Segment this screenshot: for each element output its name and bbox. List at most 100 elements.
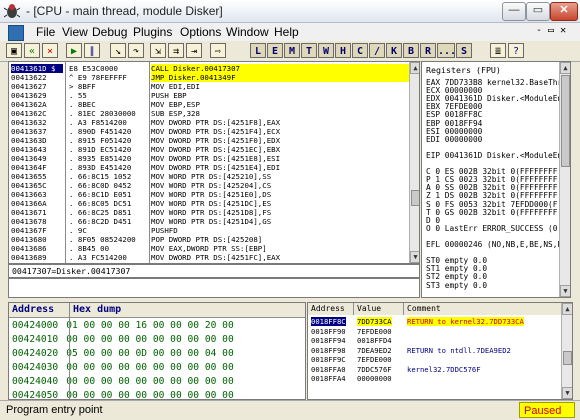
minimize-button[interactable]: — [502, 2, 526, 21]
source-window-button[interactable]: S [456, 43, 472, 58]
menu-view[interactable]: View [62, 25, 88, 39]
cpu-window-icon[interactable] [8, 25, 24, 41]
step-into-icon[interactable]: ↘ [110, 43, 126, 58]
dump-header-address[interactable]: Address [12, 304, 54, 315]
patches-window-button[interactable]: / [369, 43, 385, 58]
trace-over-icon[interactable]: ⇉ [168, 43, 184, 58]
dump-row[interactable]: 00424010 00 00 00 00 00 00 00 00 00 00 [12, 333, 234, 347]
stack-row[interactable]: 0018FF8C 7DD733CA RETURN to kernel32.7DD73… [308, 317, 560, 326]
mdi-restore-controls[interactable]: - ▭ ✕ [536, 25, 566, 36]
disassembly-row[interactable]: 0041362A . 8BEC MOV EBP,ESP [9, 100, 407, 109]
dump-row[interactable]: 00424020 05 00 00 00 0D 00 00 00 04 00 [12, 347, 234, 361]
log-window-button[interactable]: L [250, 43, 266, 58]
registers-pane[interactable]: Registers (FPU) EAX 7DD733B8 kernel32.Ba… [421, 61, 571, 298]
pause-icon[interactable]: ∥ [84, 43, 100, 58]
disassembly-row[interactable]: 00413629 . 55 PUSH EBP [9, 91, 407, 100]
stack-row[interactable]: 0018FF90 7EFDE000 [308, 327, 560, 336]
dump-pane[interactable]: Address Hex dump 00424000 01 00 00 00 16 … [8, 302, 306, 400]
stack-row[interactable]: 0018FFA4 00000000 [308, 374, 560, 383]
disassembly-row[interactable]: 0041366A . 66:8C05 DC51 MOV WORD PTR DS:[4… [9, 199, 407, 208]
cpu-window-button[interactable]: C [352, 43, 368, 58]
disassembly-row[interactable]: 00413643 . 891D EC51420 MOV DWORD PTR DS:[… [9, 145, 407, 154]
run-trace-window-button[interactable]: ... [437, 43, 456, 58]
dump-row[interactable]: 00424030 00 00 00 00 00 00 00 00 00 00 [12, 361, 234, 375]
close-process-icon[interactable]: × [42, 43, 58, 58]
disassembly-row[interactable]: 00413678 . 66:8C2D D451 MOV WORD PTR DS:[4… [9, 217, 407, 226]
stack-scrollbar[interactable]: ▲ ▼ [561, 303, 572, 399]
stack-header-value[interactable]: Value [354, 303, 404, 315]
disassembly-row[interactable]: 0041364F . 893D E451420 MOV DWORD PTR DS:[… [9, 163, 407, 172]
dump-row[interactable]: 00424040 00 00 00 00 00 00 00 00 00 00 [12, 375, 234, 389]
step-over-icon[interactable]: ↷ [128, 43, 144, 58]
disassembly-row[interactable]: 00413627 > 8BFF MOV EDI,EDI [9, 82, 407, 91]
call-stack-window-button[interactable]: K [386, 43, 402, 58]
register-line[interactable]: O 0 LastErr ERROR_SUCCESS (0 [426, 224, 557, 234]
close-button[interactable]: ✕ [550, 2, 578, 21]
scroll-up-icon[interactable]: ▲ [410, 62, 419, 74]
stack-row[interactable]: 0018FF98 7DEA9ED2 RETURN to ntdll.7DEA9ED2 [308, 346, 560, 355]
disassembly-row[interactable]: 00413622 ^ E9 78FEFFFF JMP Disker.0041349F [9, 73, 417, 82]
stack-row[interactable]: 0018FF94 0018FFD4 [308, 336, 560, 345]
go-to-icon[interactable]: ⇨ [210, 43, 226, 58]
modules-window-button[interactable]: E [267, 43, 283, 58]
disassembly-row[interactable]: 00413671 . 66:8C25 D851 MOV WORD PTR DS:[4… [9, 208, 407, 217]
register-line[interactable]: ST3 empty 0.0 [426, 281, 487, 291]
disassembly-row[interactable]: 00413680 . 8F05 08524200 POP DWORD PTR DS:… [9, 235, 407, 244]
threads-window-button[interactable]: T [301, 43, 317, 58]
help-icon[interactable]: ? [508, 43, 524, 58]
scroll-down-icon[interactable]: ▼ [560, 285, 570, 297]
register-line[interactable]: T 0 GS 002B 32bit 0(FFFFFFFF [426, 208, 557, 218]
windows-window-button[interactable]: W [318, 43, 334, 58]
memory-window-button[interactable]: M [284, 43, 300, 58]
scroll-thumb[interactable] [561, 75, 570, 167]
run-icon[interactable]: ▶ [66, 43, 82, 58]
disassembly-row[interactable]: 00413649 . 8935 E851420 MOV DWORD PTR DS:[… [9, 154, 407, 163]
register-line[interactable]: EDI 00000000 [426, 135, 482, 145]
trace-into-icon[interactable]: ⇲ [150, 43, 166, 58]
disassembly-pane[interactable]: 0041361D $ E8 E53C0000 CALL Disker.0041730… [8, 61, 420, 264]
scroll-down-icon[interactable]: ▼ [562, 387, 572, 399]
stack-row[interactable]: 0018FFA0 7DDC576F kernel32.7DDC576F [308, 365, 560, 374]
list-icon[interactable]: ≣ [490, 43, 506, 58]
disassembly-row[interactable]: 0041367F . 9C PUSHFD [9, 226, 407, 235]
menu-debug[interactable]: Debug [92, 25, 127, 39]
disassembly-row[interactable]: 0041365C . 66:8C0D 0452 MOV WORD PTR DS:[4… [9, 181, 407, 190]
disassembly-row[interactable]: 00413686 . 8B45 00 MOV EAX,DWORD PTR SS:[E… [9, 244, 407, 253]
scroll-thumb[interactable] [563, 351, 572, 365]
maximize-button[interactable]: ▭ [526, 2, 550, 21]
execute-till-return-icon[interactable]: ⇥ [186, 43, 202, 58]
register-line[interactable]: EIP 0041361D Disker.<ModuleEn [426, 151, 562, 161]
dump-header-hex[interactable]: Hex dump [73, 304, 121, 315]
dump-row[interactable]: 00424050 00 00 00 00 00 00 00 00 00 00 [12, 389, 234, 399]
disassembly-row[interactable]: 00413663 . 66:8C1D E051 MOV WORD PTR DS:[4… [9, 190, 407, 199]
menu-help[interactable]: Help [274, 25, 299, 39]
disassembly-row[interactable]: 00413637 . 890D F451420 MOV DWORD PTR DS:[… [9, 127, 407, 136]
stack-row[interactable]: 0018FF9C 7EFDE000 [308, 355, 560, 364]
references-window-button[interactable]: R [420, 43, 436, 58]
menu-file[interactable]: File [36, 25, 55, 39]
scroll-up-icon[interactable]: ▲ [562, 303, 572, 315]
open-icon[interactable]: ▣ [6, 43, 22, 58]
registers-scrollbar[interactable]: ▲ ▼ [559, 62, 570, 297]
disassembly-row[interactable]: 0041363D . 8915 F051420 MOV DWORD PTR DS:[… [9, 136, 407, 145]
disassembly-row[interactable]: 00413689 . A3 FC514200 MOV DWORD PTR DS:[4… [9, 253, 407, 262]
menu-plugins[interactable]: Plugins [133, 25, 172, 39]
stack-header-address[interactable]: Address [308, 303, 354, 315]
disassembly-scrollbar[interactable]: ▲ ▼ [409, 62, 419, 263]
scroll-up-icon[interactable]: ▲ [560, 62, 570, 74]
register-line[interactable]: EFL 00000246 (NO,NB,E,BE,NS,P [426, 240, 562, 250]
breakpoints-window-button[interactable]: B [403, 43, 419, 58]
disassembly-row[interactable]: 00413655 . 66:8C15 1052 MOV WORD PTR DS:[4… [9, 172, 407, 181]
scroll-down-icon[interactable]: ▼ [410, 251, 419, 263]
dump-row[interactable]: 00424000 01 00 00 00 16 00 00 00 20 00 [12, 319, 234, 333]
scroll-thumb[interactable] [411, 190, 419, 206]
restart-icon[interactable]: « [24, 43, 40, 58]
stack-header-comment[interactable]: Comment [404, 303, 562, 315]
menu-options[interactable]: Options [180, 25, 221, 39]
menu-window[interactable]: Window [226, 25, 269, 39]
disassembly-row[interactable]: 00413632 . A3 F8514200 MOV DWORD PTR DS:[4… [9, 118, 407, 127]
disassembly-row[interactable]: 0041362C . 81EC 28030000 SUB ESP,328 [9, 109, 407, 118]
disassembly-row[interactable]: 0041361D $ E8 E53C0000 CALL Disker.0041730… [9, 64, 417, 73]
stack-pane[interactable]: Address Value Comment 0018FF8C 7DD733CA RE… [307, 302, 573, 400]
handles-window-button[interactable]: H [335, 43, 351, 58]
